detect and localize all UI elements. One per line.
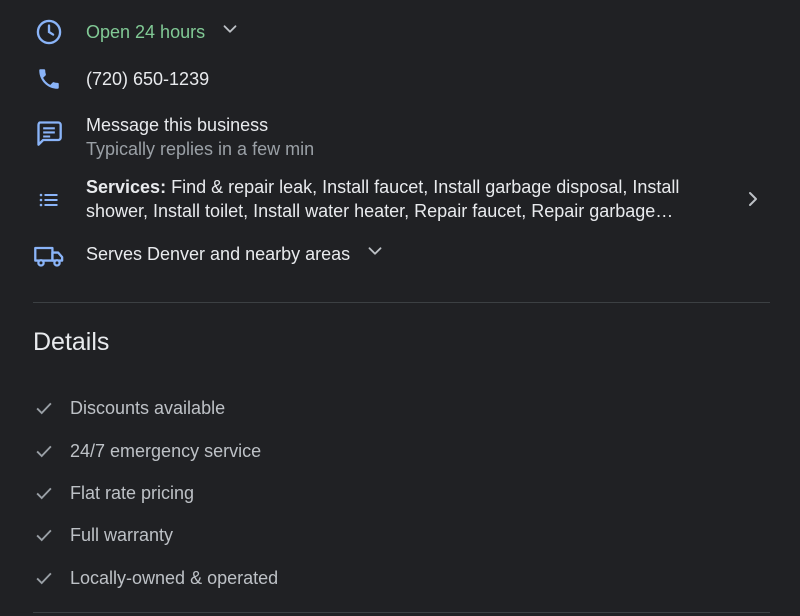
chevron-down-icon[interactable] [364,240,386,268]
list-icon [33,184,65,216]
bottom-divider [33,612,770,613]
section-divider [33,302,770,303]
detail-label: 24/7 emergency service [70,441,262,461]
detail-item: Flat rate pricing [33,480,194,506]
phone-icon [33,63,65,95]
message-title: Message this business [86,115,269,135]
chevron-down-icon[interactable] [219,18,241,46]
detail-item: 24/7 emergency service [33,438,261,464]
services-text-line2: shower, Install toilet, Install water he… [86,201,674,221]
checkmark-icon [33,524,55,546]
phone-row[interactable]: (720) 650-1239 [0,63,800,95]
phone-number[interactable]: (720) 650-1239 [86,67,209,91]
message-subtitle: Typically replies in a few min [86,139,315,159]
detail-item: Locally-owned & operated [33,565,278,591]
services-label: Services: [86,177,167,197]
chat-icon [33,117,65,149]
detail-label: Full warranty [70,525,174,545]
service-area-text: Serves Denver and nearby areas [86,244,351,264]
open-hours-status: Open 24 hours [86,22,206,42]
truck-icon [33,240,65,272]
detail-label: Locally-owned & operated [70,568,279,588]
service-area-row[interactable]: Serves Denver and nearby areas [0,240,800,272]
message-row[interactable]: Message this business Typically replies … [0,113,800,163]
clock-icon [33,16,65,48]
detail-item: Discounts available [33,395,225,421]
checkmark-icon [33,440,55,462]
services-row[interactable]: Services: Find & repair leak, Install fa… [0,175,800,225]
detail-label: Flat rate pricing [70,483,195,503]
checkmark-icon [33,567,55,589]
detail-item: Full warranty [33,522,173,548]
services-text-line1: Find & repair leak, Install faucet, Inst… [171,177,680,197]
checkmark-icon [33,397,55,419]
details-heading: Details [33,328,110,356]
hours-row[interactable]: Open 24 hours [0,16,800,48]
detail-label: Discounts available [70,398,226,418]
checkmark-icon [33,482,55,504]
chevron-right-icon[interactable] [741,187,765,211]
